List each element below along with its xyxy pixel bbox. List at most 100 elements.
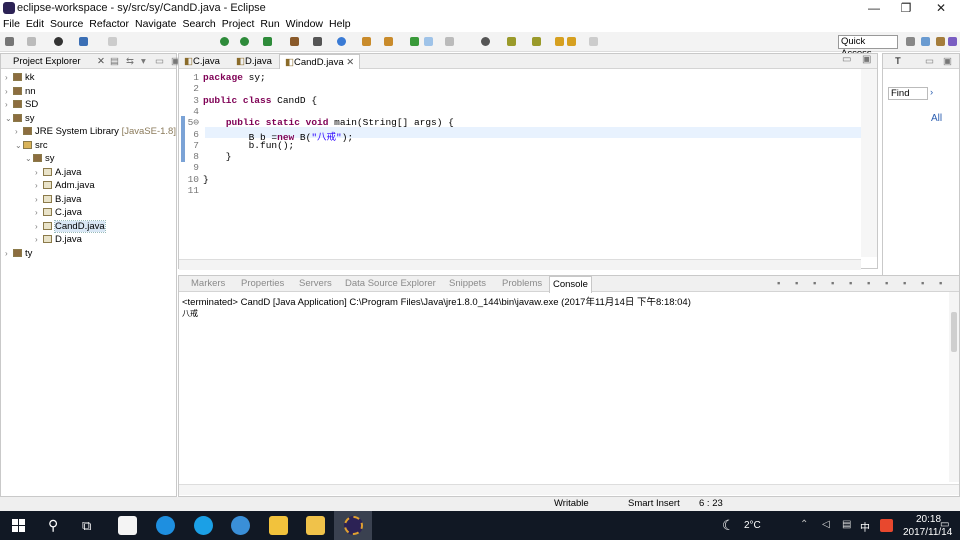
- terminate-icon[interactable]: ▪: [777, 276, 780, 292]
- console-output[interactable]: 八戒: [182, 308, 198, 319]
- code-line[interactable]: b.fun();: [203, 140, 295, 151]
- previous-annotation-icon[interactable]: [532, 37, 541, 46]
- tree-item[interactable]: › kk: [5, 71, 35, 85]
- expand-icon[interactable]: ›: [35, 206, 43, 220]
- new-icon[interactable]: [5, 37, 14, 46]
- pictures-app-icon[interactable]: [269, 516, 288, 535]
- new-java-project-icon[interactable]: [290, 37, 299, 46]
- minimize-button[interactable]: —: [858, 0, 890, 17]
- tree-item[interactable]: › JRE System Library [JavaSE-1.8]: [15, 125, 176, 139]
- tree-item[interactable]: › SD: [5, 98, 38, 112]
- clock-time[interactable]: 20:18: [916, 514, 941, 525]
- java-ee-perspective-icon[interactable]: [921, 37, 930, 46]
- scrollbar-thumb[interactable]: [951, 312, 957, 352]
- expand-icon[interactable]: ›: [35, 220, 43, 234]
- all-link[interactable]: All: [931, 113, 942, 124]
- external-tools-icon[interactable]: [263, 37, 272, 46]
- menu-help[interactable]: Help: [326, 17, 354, 32]
- expand-icon[interactable]: ›: [35, 233, 43, 247]
- search-icon[interactable]: ⚲: [48, 517, 58, 534]
- run-icon[interactable]: [240, 37, 249, 46]
- tree-item[interactable]: › A.java: [35, 166, 81, 180]
- editor-vertical-scrollbar[interactable]: [861, 69, 877, 257]
- tree-item[interactable]: ⌄ sy: [5, 112, 35, 126]
- debug-icon[interactable]: [54, 37, 63, 46]
- menu-file[interactable]: File: [0, 17, 23, 32]
- console-vertical-scrollbar[interactable]: [949, 292, 959, 482]
- remove-launch-icon[interactable]: ▪: [795, 276, 798, 292]
- menu-refactor[interactable]: Refactor: [86, 17, 132, 32]
- menu-search[interactable]: Search: [179, 17, 218, 32]
- open-perspective-icon[interactable]: [906, 37, 915, 46]
- notification-icon[interactable]: ▭: [940, 519, 949, 530]
- save-icon[interactable]: [27, 37, 36, 46]
- new-package-icon[interactable]: [313, 37, 322, 46]
- maximize-button[interactable]: ❐: [890, 0, 922, 17]
- sogou-ime-icon[interactable]: [880, 519, 893, 532]
- tab-problems[interactable]: Problems: [502, 276, 542, 292]
- code-area[interactable]: 1 package sy; 2 3 public class CandD {4 5⊖ pu…: [179, 69, 861, 257]
- tree-item[interactable]: › Adm.java: [35, 179, 95, 193]
- expand-icon[interactable]: ›: [5, 85, 13, 99]
- code-line[interactable]: public class CandD {: [203, 95, 317, 106]
- menu-navigate[interactable]: Navigate: [132, 17, 179, 32]
- network-icon[interactable]: ⌃: [800, 519, 808, 530]
- open-type-icon[interactable]: [362, 37, 371, 46]
- tree-item[interactable]: › CandD.java: [35, 219, 106, 234]
- collapse-icon[interactable]: ⌄: [5, 112, 13, 126]
- pin-icon[interactable]: [481, 37, 490, 46]
- tree-item[interactable]: › nn: [5, 85, 36, 99]
- outline-tab[interactable]: T ▭ ▣: [883, 54, 959, 69]
- code-line[interactable]: }: [203, 151, 232, 162]
- start-icon[interactable]: [12, 519, 26, 532]
- expand-icon[interactable]: ›: [35, 193, 43, 207]
- tree-item[interactable]: › C.java: [35, 206, 82, 220]
- menu-run[interactable]: Run: [257, 17, 282, 32]
- message-icon[interactable]: ▤: [842, 519, 851, 530]
- eclipse-taskbar-item[interactable]: [334, 511, 372, 540]
- debug-run-icon[interactable]: [220, 37, 229, 46]
- search-icon[interactable]: [384, 37, 393, 46]
- tab-c-java[interactable]: ◧C.java: [179, 54, 225, 69]
- expand-icon[interactable]: ›: [5, 247, 13, 261]
- scroll-lock-icon[interactable]: ▪: [831, 276, 834, 292]
- java-perspective-icon[interactable]: [936, 37, 945, 46]
- next-annotation-icon[interactable]: [507, 37, 516, 46]
- qq-browser-icon[interactable]: [194, 516, 213, 535]
- expand-icon[interactable]: ›: [15, 125, 23, 139]
- new-class-icon[interactable]: [337, 37, 346, 46]
- word-wrap-icon[interactable]: ▪: [849, 276, 852, 292]
- tab-data-source-explorer[interactable]: Data Source Explorer: [345, 276, 436, 292]
- collapse-icon[interactable]: ⌄: [25, 152, 33, 166]
- editor-horizontal-scrollbar[interactable]: [179, 259, 861, 270]
- sogou-icon[interactable]: [231, 516, 250, 535]
- find-input[interactable]: Find: [888, 87, 928, 100]
- show-whitespace-icon[interactable]: [445, 37, 454, 46]
- annotation-icon[interactable]: [410, 37, 419, 46]
- maximize-view-icon[interactable]: ▣: [862, 54, 871, 65]
- tree-item[interactable]: › D.java: [35, 233, 82, 247]
- code-line[interactable]: public static void main(String[] args) {: [203, 117, 454, 128]
- tree-item[interactable]: ⌄ src: [15, 139, 48, 153]
- menu-window[interactable]: Window: [283, 17, 326, 32]
- menu-project[interactable]: Project: [219, 17, 258, 32]
- maximize-view-icon[interactable]: ▪: [939, 276, 942, 292]
- tree-item[interactable]: › ty: [5, 247, 32, 261]
- remove-all-icon[interactable]: ▪: [813, 276, 816, 292]
- minimize-view-icon[interactable]: ▭: [842, 54, 851, 65]
- code-line[interactable]: }: [203, 174, 209, 185]
- close-button[interactable]: ✕: [925, 0, 957, 17]
- menu-edit[interactable]: Edit: [23, 17, 47, 32]
- volume-icon[interactable]: ◁: [822, 519, 830, 530]
- task-view-icon[interactable]: ⧉: [82, 518, 91, 534]
- tab-markers[interactable]: Markers: [191, 276, 225, 292]
- console-horizontal-scrollbar[interactable]: [179, 484, 959, 495]
- forward-icon[interactable]: [589, 37, 598, 46]
- store-icon[interactable]: [118, 516, 137, 535]
- open-console-icon[interactable]: ▪: [903, 276, 906, 292]
- expand-icon[interactable]: ›: [5, 98, 13, 112]
- tab-snippets[interactable]: Snippets: [449, 276, 486, 292]
- tab-console[interactable]: Console: [549, 276, 592, 293]
- toggle-mark-occurrences-icon[interactable]: [424, 37, 433, 46]
- tree-item[interactable]: ⌄ sy: [25, 152, 55, 166]
